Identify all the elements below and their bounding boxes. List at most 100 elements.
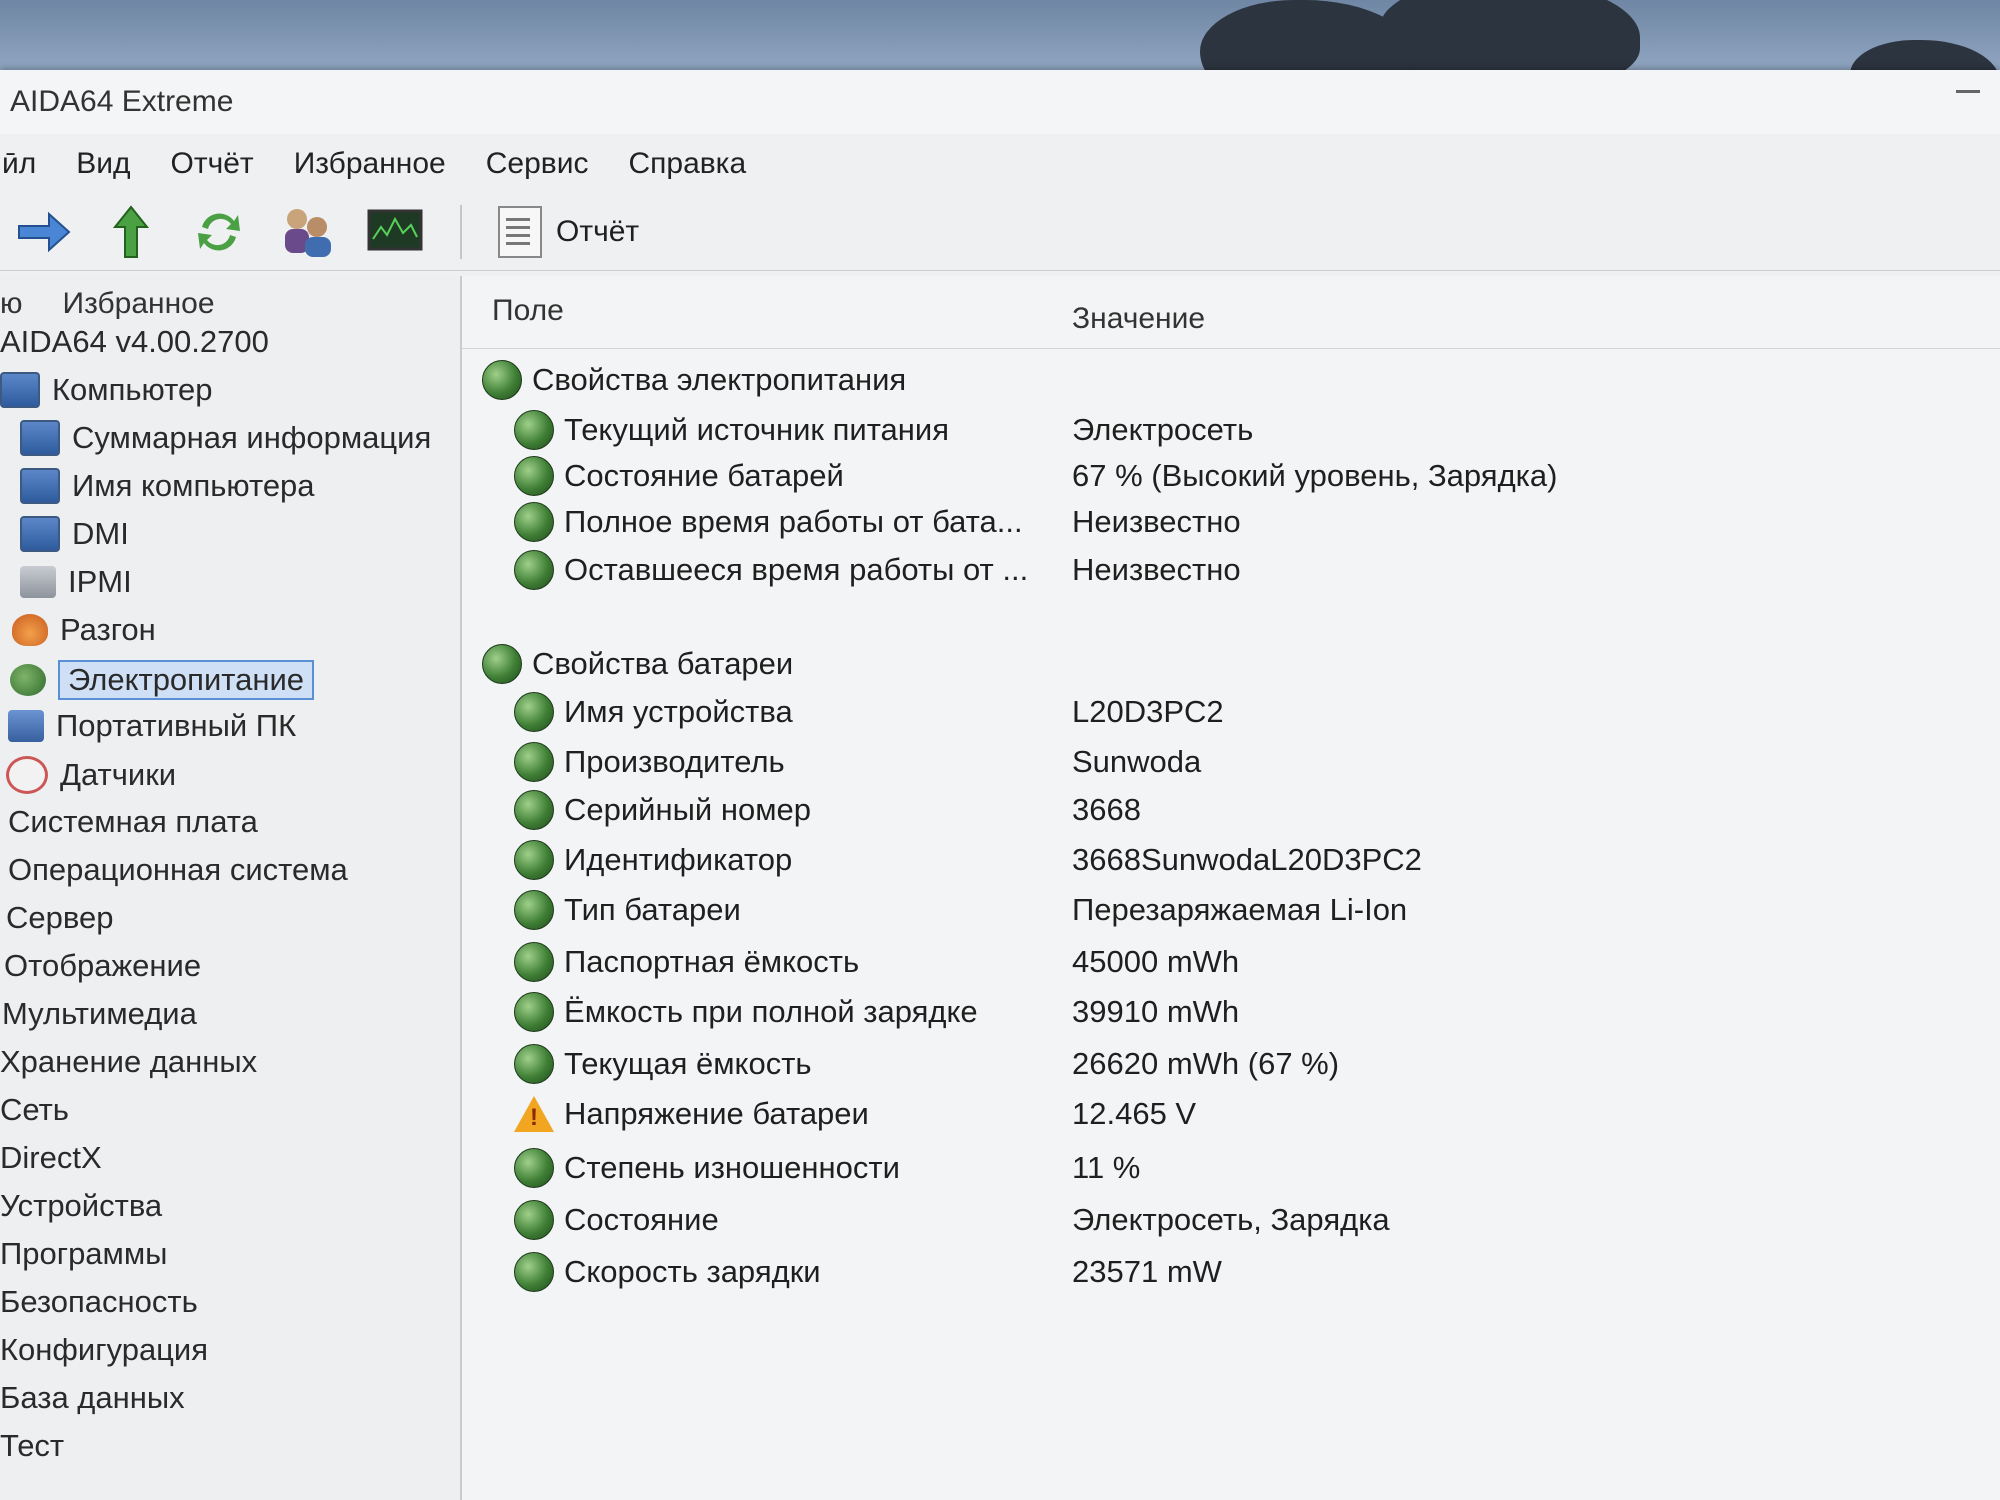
- power-icon: [514, 1148, 554, 1188]
- field-label: Скорость зарядки: [564, 1254, 821, 1289]
- tab-favorites[interactable]: Избранное: [63, 287, 215, 321]
- monitor-button[interactable]: [366, 203, 424, 261]
- tree-item-label: Хранение данных: [0, 1044, 258, 1079]
- table-row[interactable]: Состояние батарей 67 % (Высокий уровень, …: [462, 456, 1992, 496]
- table-row[interactable]: Полное время работы от бата... Неизвестно: [462, 502, 1992, 542]
- table-row[interactable]: Ёмкость при полной зарядке 39910 mWh: [462, 992, 1992, 1032]
- menu-view[interactable]: Вид: [74, 143, 132, 185]
- tree-item[interactable]: Отображение: [4, 948, 201, 984]
- tree-item[interactable]: IPMI: [20, 564, 132, 600]
- value-cell: 3668: [1072, 792, 1141, 827]
- menu-service[interactable]: Сервис: [484, 143, 591, 185]
- field-cell: Свойства электропитания: [482, 360, 906, 400]
- table-row[interactable]: Имя устройства L20D3PC2: [462, 692, 1992, 732]
- field-label: Ёмкость при полной зарядке: [564, 994, 978, 1029]
- table-row[interactable]: Производитель Sunwoda: [462, 742, 1992, 782]
- tree-item-label: Системная плата: [8, 804, 258, 839]
- gauge-icon: [6, 756, 48, 794]
- tree-item[interactable]: Операционная система: [8, 852, 348, 888]
- fire-icon: [12, 614, 48, 646]
- table-row[interactable]: Скорость зарядки 23571 mW: [462, 1252, 1992, 1292]
- laptop-icon: [8, 710, 44, 742]
- power-icon: [482, 644, 522, 684]
- column-header-value[interactable]: Значение: [1072, 284, 1205, 354]
- tree-item[interactable]: Суммарная информация: [20, 420, 431, 456]
- power-icon: [514, 742, 554, 782]
- tree-item[interactable]: Сервер: [6, 900, 113, 936]
- table-row[interactable]: Серийный номер 3668: [462, 790, 1992, 830]
- value-cell: 12.465 V: [1072, 1096, 1197, 1131]
- tree-item[interactable]: Конфигурация: [0, 1332, 208, 1368]
- monitor-icon: [367, 209, 423, 251]
- tree-item[interactable]: DirectX: [0, 1140, 102, 1176]
- field-label: Имя устройства: [564, 694, 793, 729]
- field-label: Степень изношенности: [564, 1150, 900, 1185]
- refresh-button[interactable]: [190, 203, 248, 261]
- group-row[interactable]: Свойства батареи: [462, 644, 1992, 684]
- report-button[interactable]: Отчёт: [498, 206, 639, 258]
- tree-item-label: IPMI: [68, 564, 132, 599]
- field-cell: Состояние батарей: [514, 456, 844, 496]
- table-row[interactable]: Напряжение батареи 12.465 V: [462, 1096, 1992, 1132]
- value-cell: L20D3PC2: [1072, 694, 1224, 729]
- power-icon: [514, 410, 554, 450]
- table-row[interactable]: Текущая ёмкость 26620 mWh (67 %): [462, 1044, 1992, 1084]
- tree-item[interactable]: Системная плата: [8, 804, 258, 840]
- tree-item-label: Программы: [0, 1236, 168, 1271]
- tree-item[interactable]: Датчики: [6, 756, 176, 794]
- table-row[interactable]: Степень изношенности 11 %: [462, 1148, 1992, 1188]
- report-label: Отчёт: [556, 215, 640, 248]
- value-cell: 3668SunwodaL20D3PC2: [1072, 842, 1422, 877]
- up-button[interactable]: [102, 203, 160, 261]
- tree-item[interactable]: Тест: [0, 1428, 64, 1464]
- tree-item[interactable]: Компьютер: [0, 372, 212, 408]
- group-row[interactable]: Свойства электропитания: [462, 360, 1992, 400]
- tree-item[interactable]: Имя компьютера: [20, 468, 315, 504]
- tree-item-label: Имя компьютера: [72, 468, 315, 503]
- table-row[interactable]: Идентификатор 3668SunwodaL20D3PC2: [462, 840, 1992, 880]
- tree-item-label: Операционная система: [8, 852, 348, 887]
- toolbar: Отчёт: [0, 194, 2000, 271]
- tree-item[interactable]: База данных: [0, 1380, 185, 1416]
- tree-item[interactable]: DMI: [20, 516, 129, 552]
- users-button[interactable]: [278, 203, 336, 261]
- table-row[interactable]: Оставшееся время работы от ... Неизвестно: [462, 550, 1992, 590]
- tree-item-label: DirectX: [0, 1140, 102, 1175]
- table-row[interactable]: Состояние Электросеть, Зарядка: [462, 1200, 1992, 1240]
- details-pane: Поле Значение Свойства электропитания Тек…: [462, 276, 2000, 1500]
- tree-item[interactable]: Программы: [0, 1236, 167, 1272]
- menu-bar: ӣл Вид Отчёт Избранное Сервис Справка: [0, 134, 2000, 194]
- toolbar-separator: [460, 205, 462, 259]
- tree-item[interactable]: AIDA64 v4.00.2700: [0, 324, 269, 360]
- field-cell: Текущий источник питания: [514, 410, 949, 450]
- column-header-field[interactable]: Поле: [492, 276, 564, 346]
- menu-favorites[interactable]: Избранное: [292, 143, 448, 185]
- table-row[interactable]: Текущий источник питания Электросеть: [462, 410, 1992, 450]
- tree-item[interactable]: Электропитание: [10, 660, 315, 700]
- menu-file[interactable]: ӣл: [0, 143, 38, 185]
- tree-item[interactable]: Хранение данных: [0, 1044, 257, 1080]
- tree-item[interactable]: Разгон: [12, 612, 156, 648]
- tree-item[interactable]: Устройства: [0, 1188, 162, 1224]
- table-row[interactable]: Тип батареи Перезаряжаемая Li-Ion: [462, 890, 1992, 930]
- menu-report[interactable]: Отчёт: [169, 143, 256, 185]
- tree-item[interactable]: Безопасность: [0, 1284, 198, 1320]
- table-row[interactable]: Паспортная ёмкость 45000 mWh: [462, 942, 1992, 982]
- tree-item[interactable]: Сеть: [0, 1092, 69, 1128]
- minimize-button[interactable]: [1956, 90, 1980, 93]
- server-icon: [20, 566, 56, 598]
- menu-help[interactable]: Справка: [626, 143, 748, 185]
- field-label: Свойства батареи: [532, 646, 794, 681]
- field-cell: Текущая ёмкость: [514, 1044, 812, 1084]
- tab-menu[interactable]: ю: [0, 287, 23, 321]
- tree-item[interactable]: Портативный ПК: [8, 708, 296, 744]
- value-cell: Неизвестно: [1072, 504, 1241, 539]
- tree-item-label: Суммарная информация: [72, 420, 432, 455]
- field-label: Текущий источник питания: [564, 412, 950, 447]
- tree-item[interactable]: Мультимедиа: [2, 996, 197, 1032]
- field-cell: Свойства батареи: [482, 644, 793, 684]
- forward-button[interactable]: [14, 203, 72, 261]
- field-label: Свойства электропитания: [532, 362, 907, 397]
- users-icon: [285, 209, 331, 257]
- field-cell: Производитель: [514, 742, 785, 782]
